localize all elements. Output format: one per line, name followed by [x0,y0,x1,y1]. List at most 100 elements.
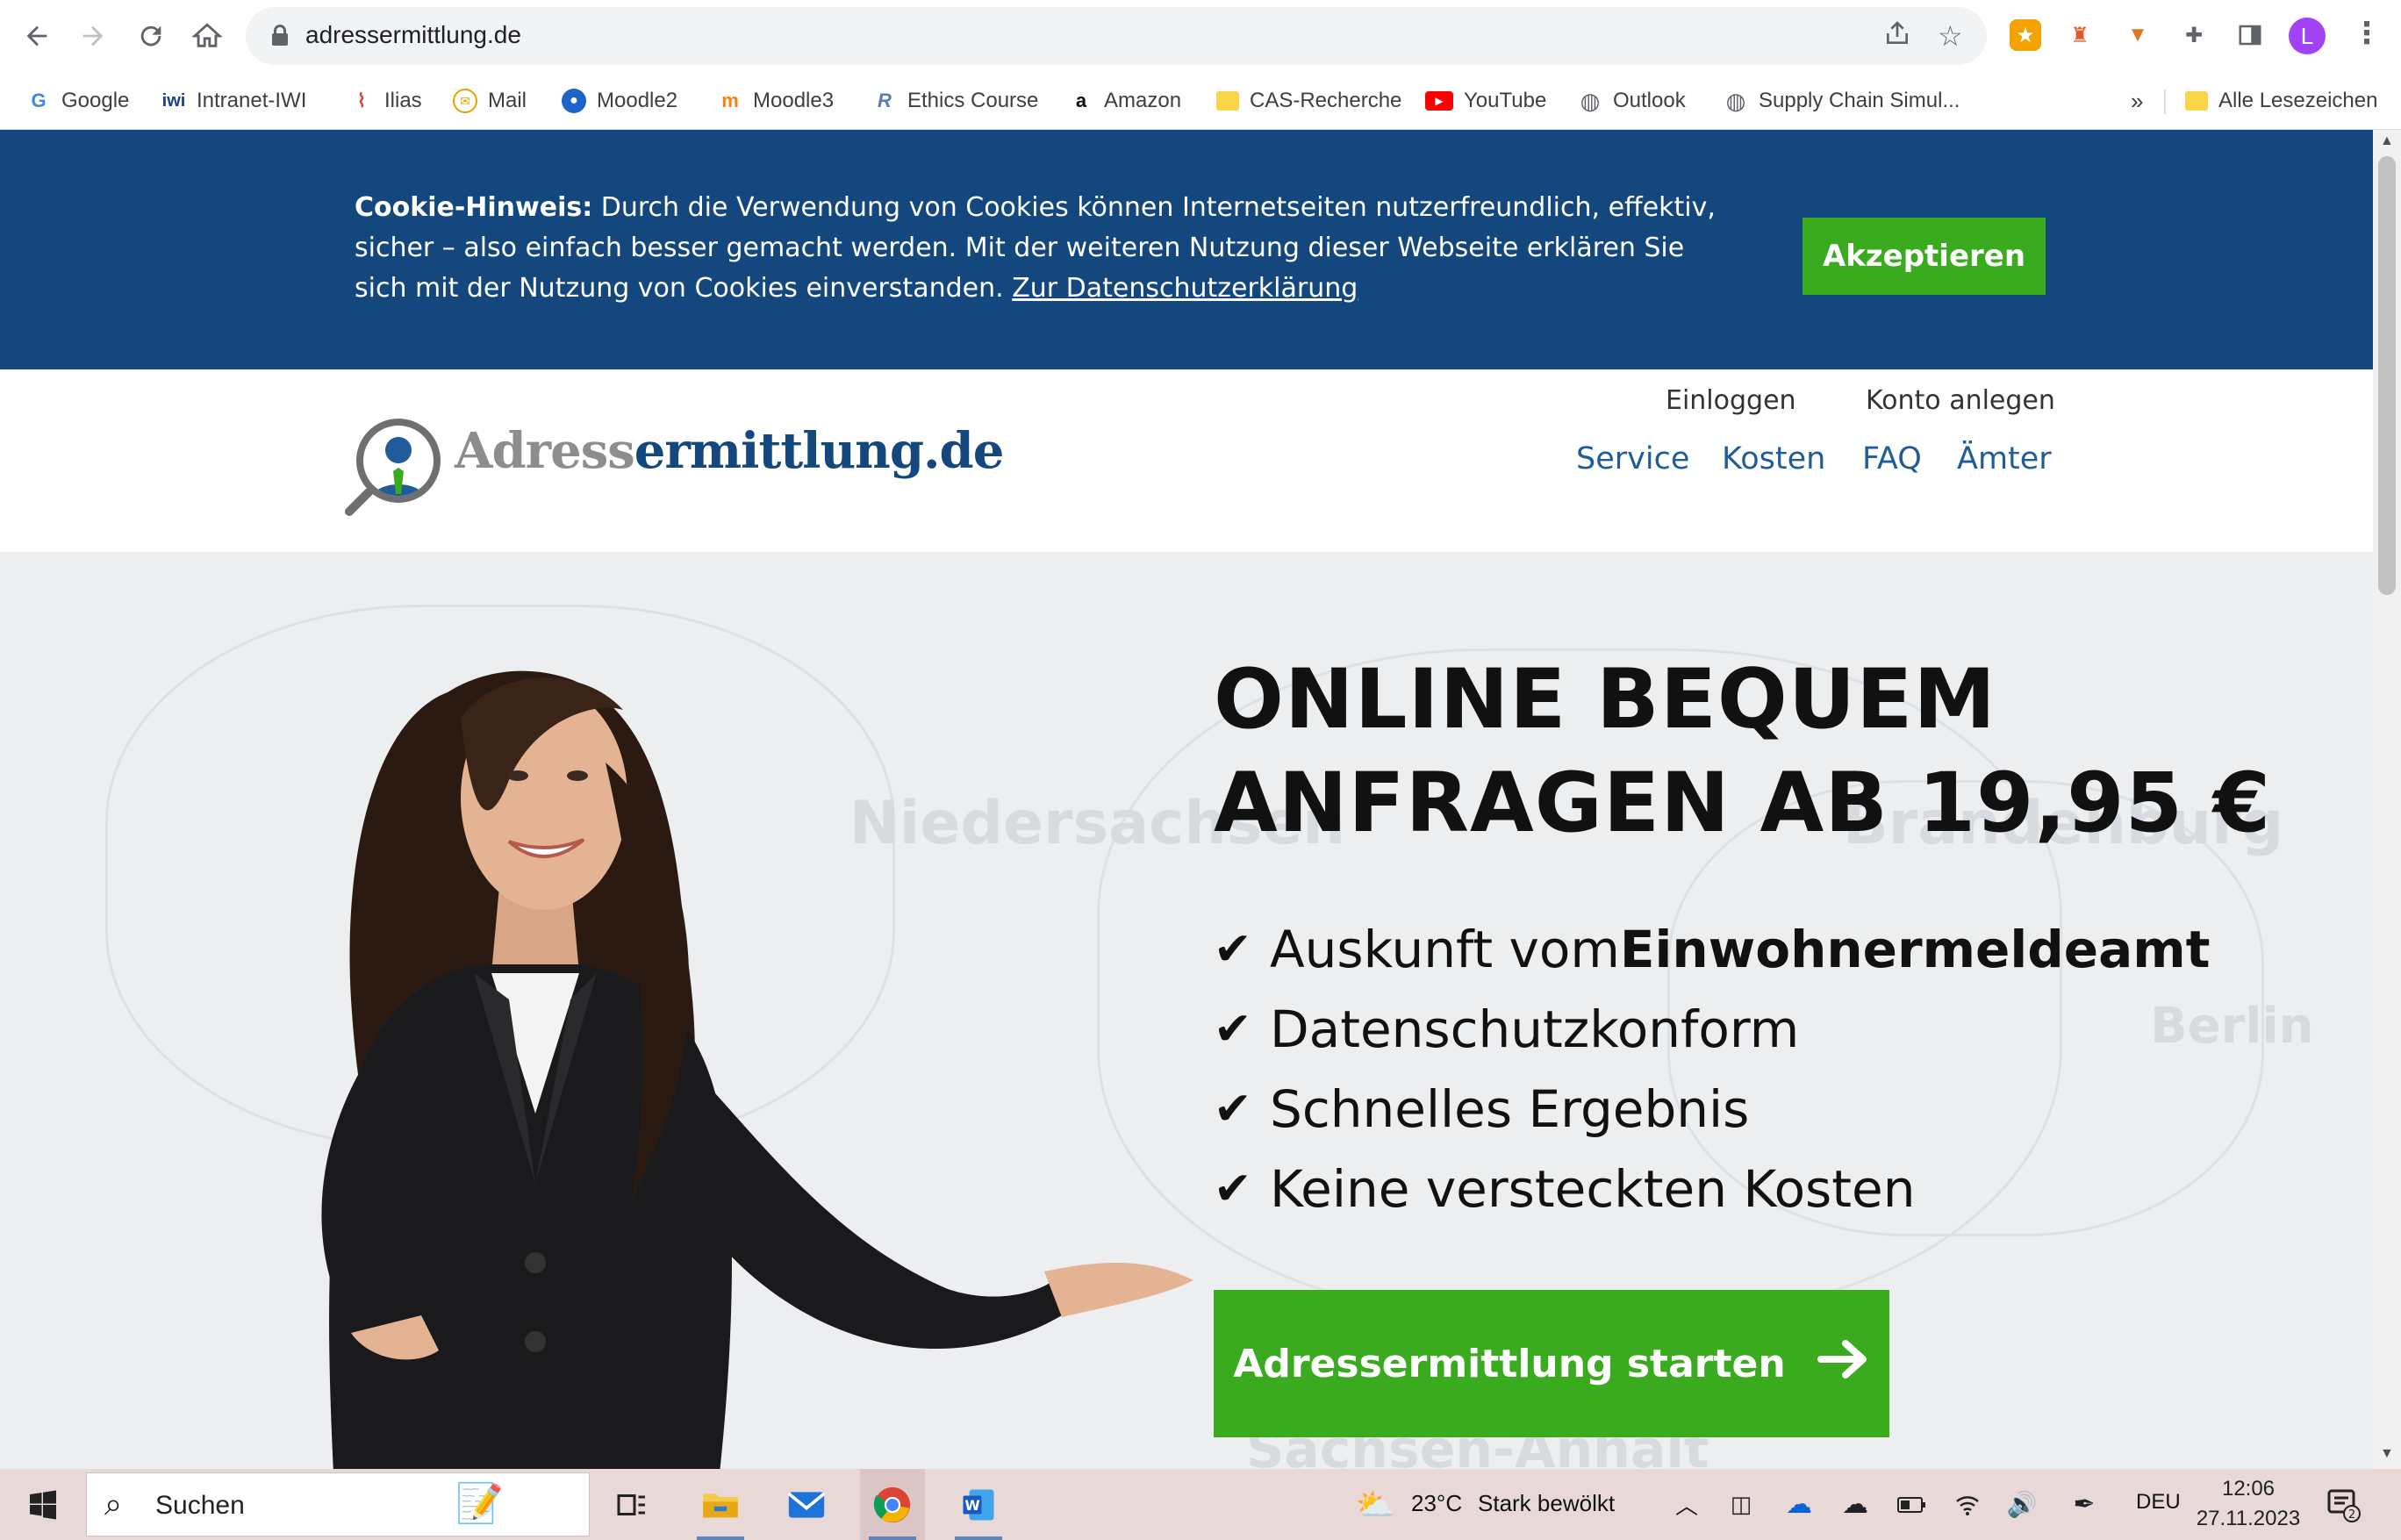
extension-honey-icon[interactable]: ♜ [2064,19,2096,51]
checkmark-icon: ✔ [1214,923,1252,976]
bookmark-cas-recherche[interactable]: CAS-Recherche [1216,84,1401,118]
share-icon[interactable] [1883,19,1911,54]
lock-icon[interactable] [272,25,288,46]
wifi-icon[interactable] [1950,1469,1985,1540]
feature-item: ✔ Datenschutzkonform [1214,990,2210,1070]
site-logo[interactable]: Adressermittlung.de [455,422,1004,480]
task-view-icon[interactable] [602,1469,662,1540]
reload-icon[interactable] [130,15,172,57]
bookmark-outlook[interactable]: ◍ Outlook [1578,84,1686,118]
login-link[interactable]: Einloggen [1666,385,1796,416]
privacy-policy-link[interactable]: Zur Datenschutzerklärung [1012,273,1358,304]
url-text[interactable]: adressermittlung.de [305,21,521,49]
cookie-message: Cookie-Hinweis: Durch die Verwendung von… [355,188,1724,309]
chrome-icon[interactable] [860,1469,925,1540]
weather-cloud-icon[interactable]: ⛅ [1351,1469,1399,1540]
page-scrollbar[interactable]: ▲ ▼ [2373,130,2401,1469]
scroll-up-icon[interactable]: ▲ [2380,133,2394,149]
checkmark-icon: ✔ [1214,1163,1252,1215]
volume-icon[interactable]: 🔊 [2004,1469,2039,1540]
magnifier-person-logo-icon[interactable] [344,412,449,517]
bookmark-star-icon[interactable]: ☆ [1938,19,1963,53]
battery-icon[interactable] [1894,1469,1929,1540]
checkmark-icon: ✔ [1214,1003,1252,1056]
windows-start-icon[interactable] [12,1469,74,1540]
moodle2-icon: ● [562,89,586,113]
globe-icon: ◍ [1580,87,1601,114]
feature-list: ✔ Auskunft vom Einwohnermeldeamt ✔ Daten… [1214,910,2210,1229]
pen-icon[interactable]: ✒ [2066,1469,2103,1540]
feature-item: ✔ Schnelles Ergebnis [1214,1070,2210,1150]
taskbar-search-box[interactable]: ⌕ Suchen 📝 [86,1472,590,1536]
nav-faq[interactable]: FAQ [1862,441,1922,476]
onedrive-cloud-icon[interactable]: ☁ [1781,1469,1817,1540]
bookmark-ethics-course[interactable]: R Ethics Course [872,84,1038,118]
svg-text:W: W [964,1497,979,1514]
notification-center-icon[interactable]: 2 [2317,1469,2369,1540]
scroll-down-icon[interactable]: ▼ [2380,1446,2394,1462]
bookmark-moodle3[interactable]: m Moodle3 [718,84,834,118]
bookmark-ilias[interactable]: ⌇ Ilias [349,84,422,118]
forward-icon[interactable] [72,15,114,57]
site-header: Adressermittlung.de Einloggen Konto anle… [0,369,2373,552]
cookie-title: Cookie-Hinweis: [355,192,593,223]
cloud-sync-icon[interactable]: ☁ [1838,1469,1873,1540]
hero-headline: ONLINE BEQUEM ANFRAGEN AB 19,95 € [1214,652,2272,851]
ilias-icon: ⌇ [356,90,367,111]
register-link[interactable]: Konto anlegen [1866,385,2055,416]
bookmark-supply-chain[interactable]: ◍ Supply Chain Simul... [1724,84,1960,118]
home-icon[interactable] [186,15,228,57]
amazon-icon: a [1075,90,1087,111]
word-icon[interactable]: W [946,1469,1011,1540]
search-highlight-icon: 📝 [455,1482,504,1525]
file-explorer-icon[interactable] [688,1469,753,1540]
bookmarks-overflow-button[interactable]: » [2131,84,2143,118]
weather-temperature[interactable]: 23°C [1411,1490,1462,1517]
folder-icon [2185,91,2208,111]
nav-service[interactable]: Service [1576,441,1689,476]
all-bookmarks-button[interactable]: Alle Lesezeichen [2185,84,2377,118]
hero-section: Niedersachsen Brandenburg Berlin Sachsen… [0,552,2373,1469]
bookmark-amazon[interactable]: a Amazon [1069,84,1181,118]
mail-icon: ✉ [453,89,477,113]
start-search-button[interactable]: Adressermittlung starten [1214,1290,1889,1437]
metamask-fox-icon[interactable]: ▼ [2122,19,2154,51]
nav-aemter[interactable]: Ämter [1957,441,2052,476]
bookmark-youtube[interactable]: ▶ YouTube [1425,84,1546,118]
iwi-icon: iwi [161,90,186,111]
google-icon: G [31,90,47,111]
input-language[interactable]: DEU [2136,1490,2181,1515]
back-icon[interactable] [16,15,58,57]
system-clock[interactable]: 12:06 27.11.2023 [2194,1474,2303,1534]
arrow-right-icon [1817,1337,1870,1390]
profile-avatar[interactable]: L [2289,18,2326,54]
bookmark-mail[interactable]: ✉ Mail [453,84,527,118]
chevron-up-icon[interactable]: ︿ [1669,1469,1704,1540]
scrollbar-thumb[interactable] [2378,156,2396,595]
folder-icon [1216,91,1239,111]
address-bar[interactable]: adressermittlung.de ☆ [246,7,1987,65]
search-icon: ⌕ [104,1486,123,1522]
youtube-icon: ▶ [1425,91,1453,111]
bookmark-intranet-iwi[interactable]: iwi Intranet-IWI [161,84,307,118]
browser-menu-icon[interactable]: ⋮ [2352,16,2382,51]
feature-item: ✔ Keine versteckten Kosten [1214,1150,2210,1229]
meet-now-icon[interactable]: ◫ [1724,1469,1759,1540]
taskbar: ⌕ Suchen 📝 W ⛅ 23°C Stark bewölkt ︿ ◫ ☁ … [0,1469,2401,1540]
bookmarks-bar: G Google iwi Intranet-IWI ⌇ Ilias ✉ Mail… [0,72,2401,130]
accept-cookies-button[interactable]: Akzeptieren [1803,218,2046,295]
weather-description[interactable]: Stark bewölkt [1478,1490,1615,1517]
businesswoman-image [321,670,1193,1469]
nav-kosten[interactable]: Kosten [1722,441,1825,476]
globe-icon: ◍ [1725,87,1746,114]
mail-app-icon[interactable] [774,1469,839,1540]
bookmarks-divider [2164,90,2166,114]
feature-item: ✔ Auskunft vom Einwohnermeldeamt [1214,910,2210,990]
page-viewport: Cookie-Hinweis: Durch die Verwendung von… [0,130,2373,1469]
extension-star-icon[interactable]: ★ [2010,19,2041,51]
bookmark-google[interactable]: G Google [26,84,129,118]
extensions-puzzle-icon[interactable]: ✚ [2178,19,2210,51]
browser-toolbar: adressermittlung.de ☆ ★ ♜ ▼ ✚ L ⋮ [0,0,2401,72]
bookmark-moodle2[interactable]: ● Moodle2 [562,84,677,118]
side-panel-icon[interactable] [2234,19,2266,51]
